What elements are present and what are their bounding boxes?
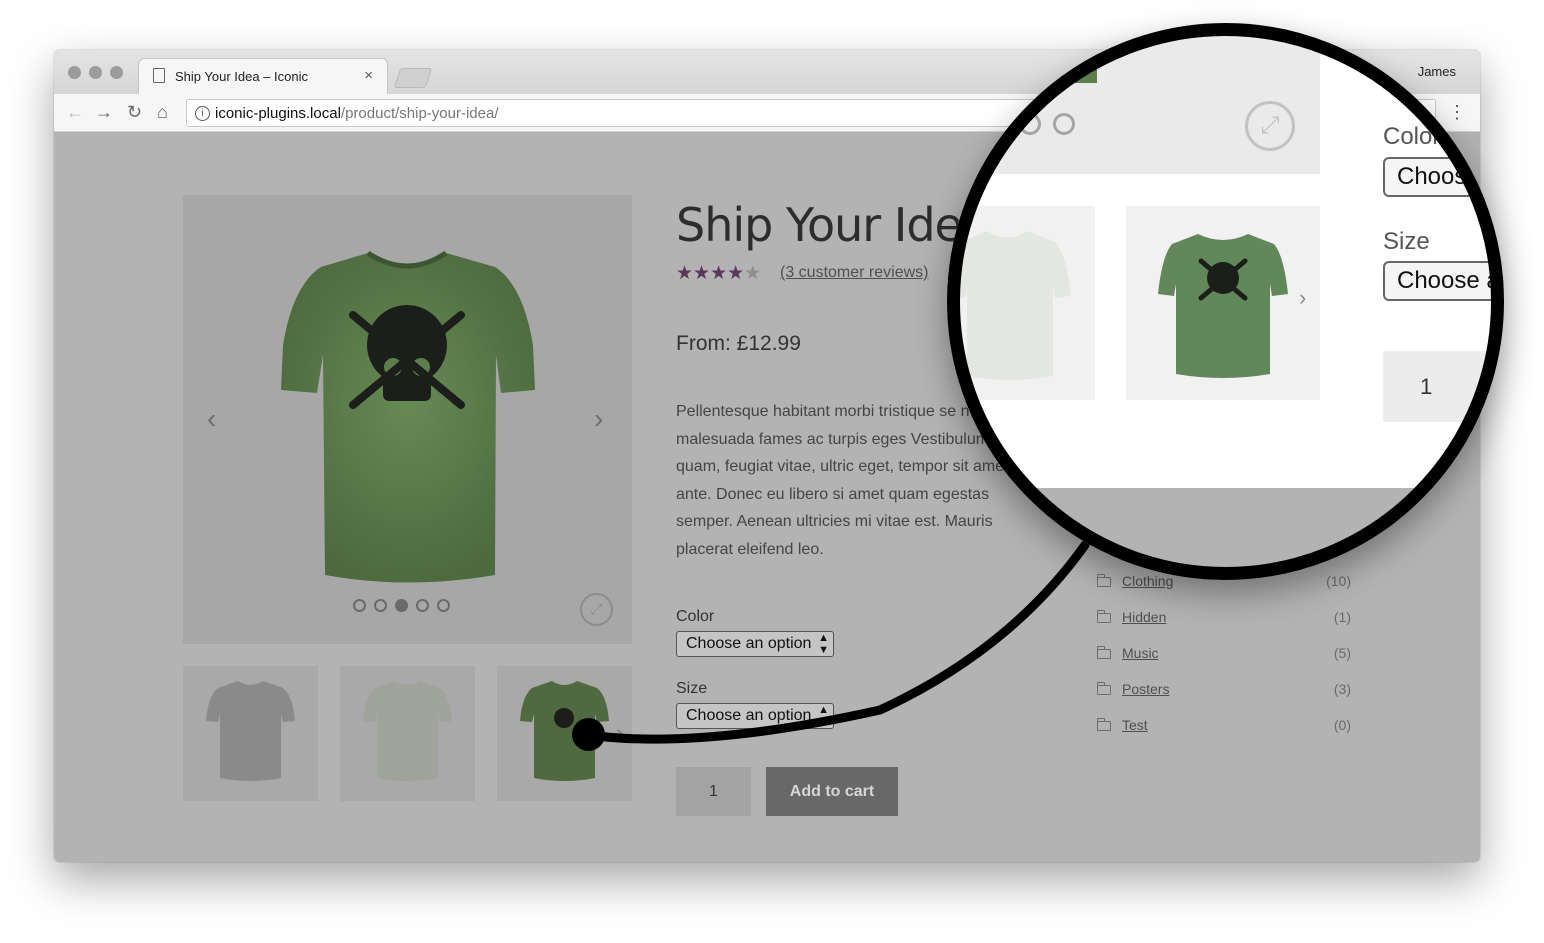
zoom-icon[interactable]: ⤢ <box>580 593 613 626</box>
magnifier-ring <box>947 23 1504 580</box>
forward-icon[interactable]: → <box>95 101 113 123</box>
color-label: Color <box>676 608 715 625</box>
gallery-dot-3[interactable] <box>395 599 408 612</box>
select-caret-icon: ▲ ▼ <box>818 704 829 728</box>
gallery-next-arrow[interactable]: › <box>594 403 603 435</box>
gallery-dot-5[interactable] <box>437 599 450 612</box>
gallery-pager <box>353 599 450 612</box>
gallery-thumb-2[interactable] <box>340 666 475 801</box>
gallery-dot-1[interactable] <box>353 599 366 612</box>
category-name[interactable]: Test <box>1122 717 1148 733</box>
reviews-link[interactable]: (3 customer reviews) <box>780 264 928 282</box>
folder-icon <box>1097 682 1111 695</box>
category-item-music[interactable]: Music (5) <box>1097 645 1351 669</box>
gallery-dot-4[interactable] <box>416 599 429 612</box>
back-icon[interactable]: ← <box>66 101 84 123</box>
tab-title: Ship Your Idea – Iconic <box>175 69 308 84</box>
category-count: (3) <box>1333 681 1351 697</box>
home-icon[interactable]: ⌂ <box>157 101 168 123</box>
gallery-dot-2[interactable] <box>374 599 387 612</box>
product-gallery: ‹ › ⤢ <box>183 195 632 644</box>
category-count: (1) <box>1333 609 1351 625</box>
gallery-prev-arrow[interactable]: ‹ <box>207 403 216 435</box>
page-icon <box>153 68 165 83</box>
tshirt-green-thumb <box>520 681 609 781</box>
size-select[interactable]: Choose an option ▲ ▼ <box>676 703 834 729</box>
category-item-hidden[interactable]: Hidden (1) <box>1097 609 1351 633</box>
select-caret-icon: ▲ ▼ <box>818 632 829 656</box>
quantity-input[interactable]: 1 <box>676 767 751 816</box>
color-select-value: Choose an option <box>686 635 812 652</box>
stars-off: ★ <box>744 263 762 284</box>
magnifier-pointer-dot <box>572 718 605 751</box>
folder-icon <box>1097 610 1111 623</box>
gallery-thumb-3[interactable] <box>497 666 632 801</box>
stars-on: ★★★★ <box>676 263 745 284</box>
thumb-next-arrow[interactable]: › <box>616 722 623 745</box>
tshirt-white-thumb <box>363 681 452 781</box>
tshirt-grey-thumb <box>206 681 295 781</box>
category-count: (5) <box>1333 645 1351 661</box>
folder-icon <box>1097 646 1111 659</box>
tab-close-icon[interactable]: × <box>364 67 373 84</box>
category-name[interactable]: Posters <box>1122 681 1169 697</box>
product-price: From: £12.99 <box>676 332 801 355</box>
add-to-cart-button[interactable]: Add to cart <box>766 767 898 816</box>
maximize-window-button[interactable] <box>110 66 123 79</box>
new-tab-button[interactable] <box>393 68 433 88</box>
category-name[interactable]: Hidden <box>1122 609 1166 625</box>
minimize-window-button[interactable] <box>89 66 102 79</box>
folder-icon <box>1097 718 1111 731</box>
rating-stars: ★★★★★ <box>676 262 761 285</box>
tshirt-main-image <box>281 250 535 583</box>
gallery-thumb-1[interactable] <box>183 666 318 801</box>
url-host: iconic-plugins.local <box>215 105 341 122</box>
info-icon[interactable]: i <box>195 106 210 121</box>
size-label: Size <box>676 680 708 697</box>
color-select[interactable]: Choose an option ▲ ▼ <box>676 631 834 657</box>
category-item-posters[interactable]: Posters (3) <box>1097 681 1351 705</box>
product-title: Ship Your Idea <box>676 198 990 252</box>
reload-icon[interactable]: ↻ <box>127 101 142 123</box>
url-text[interactable]: iconic-plugins.local/product/ship-your-i… <box>215 105 499 122</box>
category-name[interactable]: Music <box>1122 645 1159 661</box>
close-window-button[interactable] <box>68 66 81 79</box>
category-count: (0) <box>1333 717 1351 733</box>
size-select-value: Choose an option <box>686 707 812 724</box>
url-path: /product/ship-your-idea/ <box>340 105 499 122</box>
category-item-test[interactable]: Test (0) <box>1097 717 1351 741</box>
browser-tab[interactable]: Ship Your Idea – Iconic × <box>138 58 388 94</box>
